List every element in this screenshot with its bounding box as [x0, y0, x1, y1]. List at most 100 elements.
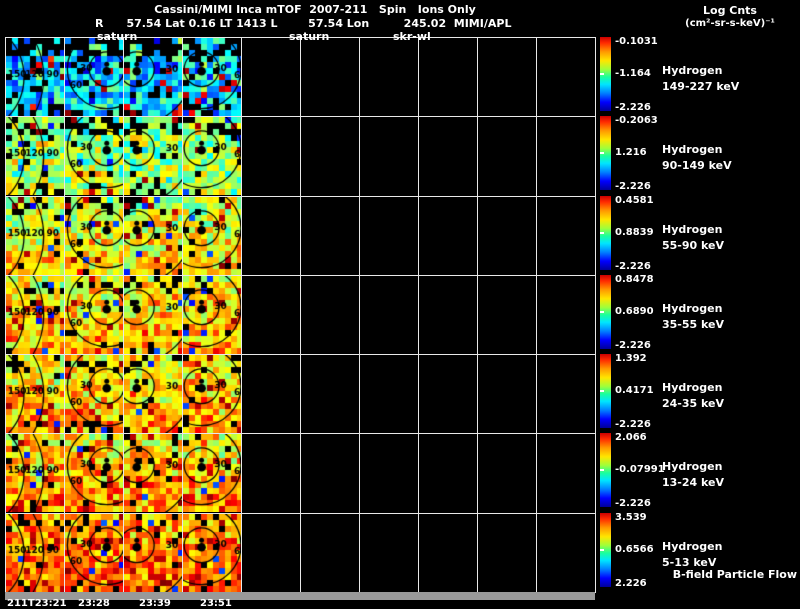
- image-cell: [65, 434, 124, 513]
- event-marker-label: skr-wl: [393, 30, 431, 43]
- inca-image-panel: [6, 38, 64, 116]
- inca-image-panel: [6, 355, 64, 434]
- energy-band-label: 90-149 keV: [662, 159, 732, 173]
- inca-image-panel: [6, 434, 64, 513]
- colorbar-min-label: -2.226: [615, 181, 651, 193]
- energy-band-label: 13-24 keV: [662, 476, 725, 490]
- energy-band-label: 35-55 keV: [662, 317, 725, 331]
- inca-image-panel: [65, 434, 123, 513]
- image-cell: [183, 117, 242, 196]
- image-cell: [124, 513, 183, 592]
- energy-band-label: 24-35 keV: [662, 397, 725, 411]
- empty-cell: [537, 38, 596, 117]
- inca-image-panel: [183, 117, 241, 196]
- image-cell: [124, 38, 183, 117]
- species-label: Hydrogen: [662, 143, 723, 157]
- image-cell: [6, 117, 65, 196]
- colorbar-mid-label: -0.07991: [615, 464, 665, 476]
- inca-image-panel: [183, 38, 241, 116]
- inca-image-panel: [183, 434, 241, 513]
- colorbar-mid-tick: [600, 310, 604, 313]
- empty-cell: [537, 513, 596, 592]
- colorbar-mid-tick: [600, 548, 604, 551]
- grid-row: [6, 196, 596, 276]
- empty-cell: [301, 275, 360, 355]
- image-cell: [124, 117, 183, 196]
- empty-cell: [360, 117, 419, 196]
- time-tick-label: 23:51: [200, 598, 232, 609]
- empty-cell: [242, 38, 301, 117]
- colorbar-max-label: -0.2063: [615, 115, 658, 127]
- image-cell: [124, 196, 183, 275]
- empty-cell: [478, 355, 537, 434]
- empty-cell: [537, 196, 596, 275]
- inca-image-panel: [124, 38, 182, 116]
- event-marker-label: saturn: [289, 30, 330, 43]
- colorbar-mid-tick: [600, 469, 604, 472]
- empty-cell: [360, 355, 419, 434]
- empty-cell: [478, 117, 537, 196]
- inca-image-panel: [124, 275, 182, 354]
- species-label: Hydrogen: [662, 539, 723, 553]
- empty-cell: [360, 196, 419, 275]
- empty-cell: [478, 434, 537, 513]
- image-cell: [183, 275, 242, 355]
- empty-cell: [537, 275, 596, 355]
- energy-band-label: 5-13 keV: [662, 555, 717, 569]
- colorbar-min-label: -2.226: [615, 102, 651, 113]
- image-cell: [65, 38, 124, 117]
- empty-cell: [478, 513, 537, 592]
- inca-image-panel: [65, 196, 123, 275]
- image-cell: [124, 275, 183, 355]
- image-cell: [183, 196, 242, 275]
- empty-cell: [478, 275, 537, 355]
- empty-cell: [537, 434, 596, 513]
- empty-cell: [360, 434, 419, 513]
- empty-cell: [242, 275, 301, 355]
- colorbar-max-label: 0.4581: [615, 194, 654, 206]
- image-cell: [124, 355, 183, 434]
- colorbar-mid-tick: [600, 231, 604, 234]
- empty-cell: [301, 434, 360, 513]
- empty-cell: [242, 196, 301, 275]
- inca-quicklook-plot: { "header": { "title": "Cassini/MIMI Inc…: [0, 0, 800, 609]
- empty-cell: [419, 117, 478, 196]
- inca-image-panel: [124, 117, 182, 196]
- colorbar-min-label: -2.226: [615, 419, 651, 431]
- inca-image-panel: [124, 355, 182, 434]
- image-cell: [183, 434, 242, 513]
- empty-cell: [242, 434, 301, 513]
- image-cell: [6, 275, 65, 355]
- empty-cell: [419, 355, 478, 434]
- inca-image-panel: [65, 513, 123, 592]
- image-cell: [183, 355, 242, 434]
- time-tick-label: 211T23:21: [7, 598, 67, 609]
- image-cell: [183, 38, 242, 117]
- colorbar-units: (cm²-sr-s-keV)⁻¹: [685, 18, 775, 29]
- inca-image-panel: [6, 513, 64, 592]
- empty-cell: [419, 275, 478, 355]
- empty-cell: [478, 196, 537, 275]
- empty-cell: [301, 355, 360, 434]
- time-tick-label: 23:28: [78, 598, 110, 609]
- empty-cell: [478, 38, 537, 117]
- empty-cell: [242, 355, 301, 434]
- empty-cell: [242, 117, 301, 196]
- empty-cell: [301, 117, 360, 196]
- colorbar-max-label: -0.1031: [615, 36, 658, 47]
- colorbar-title: Log Cnts: [703, 4, 757, 17]
- empty-cell: [242, 513, 301, 592]
- empty-cell: [537, 355, 596, 434]
- image-cell: [65, 117, 124, 196]
- inca-image-panel: [6, 275, 64, 354]
- species-label: Hydrogen: [662, 381, 723, 395]
- inca-image-panel: [6, 196, 64, 275]
- image-cell: [65, 275, 124, 355]
- inca-image-panel: [183, 355, 241, 434]
- image-cell: [124, 434, 183, 513]
- grid-row: [6, 38, 596, 118]
- empty-cell: [301, 38, 360, 117]
- inca-image-panel: [65, 38, 123, 116]
- species-label: Hydrogen: [662, 460, 723, 474]
- empty-cell: [360, 275, 419, 355]
